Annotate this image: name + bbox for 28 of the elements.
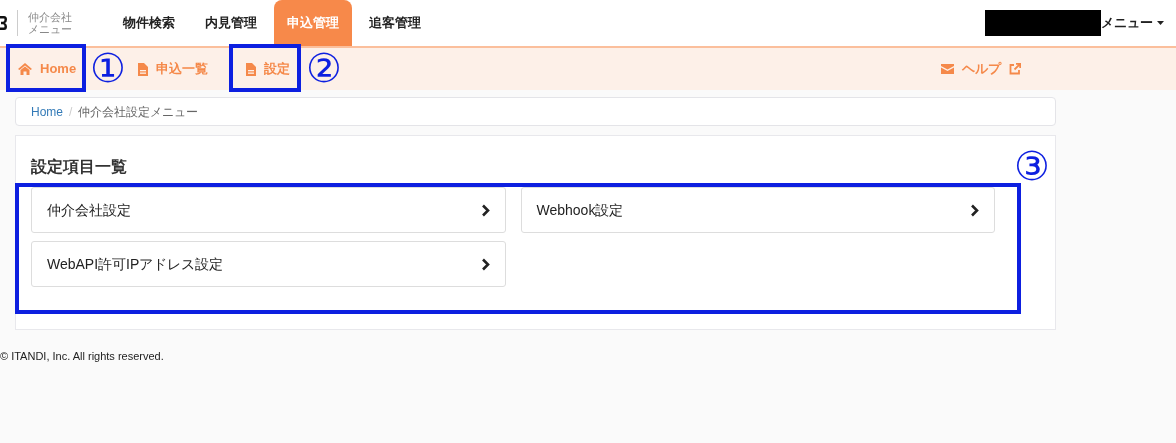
envelope-icon: [941, 64, 954, 74]
nav-tab[interactable]: 内見管理: [192, 0, 270, 46]
nav-tab[interactable]: 追客管理: [356, 0, 434, 46]
breadcrumb-link[interactable]: Home: [31, 102, 63, 121]
logo-icon: [0, 15, 7, 31]
breadcrumb-current: 仲介会社設定メニュー: [78, 103, 199, 121]
annotation-frame: [229, 44, 301, 92]
brand-label: メニュー: [28, 23, 72, 35]
breadcrumb-separator: /: [69, 103, 73, 121]
external-link-icon: [1009, 63, 1021, 75]
user-menu[interactable]: メニュー: [1101, 13, 1164, 33]
annotation-number: ①: [90, 47, 126, 89]
document-icon: [246, 62, 257, 76]
nav-tab[interactable]: 物件検索: [110, 0, 188, 46]
chevron-right-icon: [480, 203, 490, 217]
chevron-right-icon: [970, 203, 979, 217]
chevron-right-icon: [480, 257, 490, 271]
settings-item[interactable]: 仲介会社設定: [31, 187, 506, 233]
brand-label: 仲介会社: [28, 11, 72, 23]
panel-title: 設定項目一覧: [31, 157, 127, 177]
settings-item[interactable]: WebAPI許可IPアドレス設定: [31, 241, 506, 287]
caret-icon: [1157, 21, 1164, 25]
home-icon: [18, 63, 32, 75]
settings-item[interactable]: Webhook設定: [520, 187, 995, 233]
document-icon: [138, 62, 149, 76]
annotation-number: ②: [306, 47, 342, 89]
copyright-text: © ITANDI, Inc. All rights reserved.: [0, 349, 165, 364]
annotation-number: ③: [1014, 145, 1050, 187]
